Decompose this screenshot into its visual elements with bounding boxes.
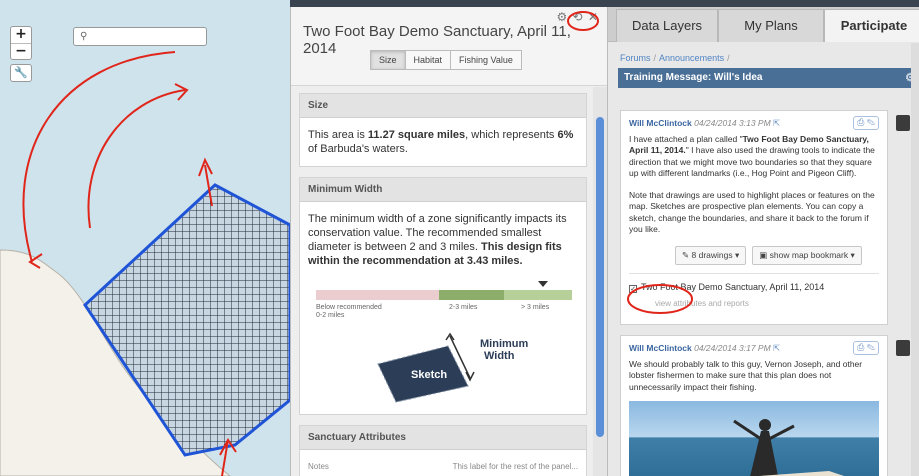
attributes-card: Sanctuary Attributes Notes This label for… xyxy=(299,425,587,476)
tab-my-plans[interactable]: My Plans xyxy=(718,9,824,42)
breadcrumb-announcements[interactable]: Announcements xyxy=(659,53,724,63)
map-search-input[interactable]: ⚲ xyxy=(73,27,207,46)
min-width-diagram: Sketch Minimum Width xyxy=(308,324,578,404)
min-width-scale: Below recommended 0-2 miles 2-3 miles > 3… xyxy=(316,280,572,319)
annotation-curve xyxy=(87,89,186,229)
post-author[interactable]: Will McClintock xyxy=(629,118,692,128)
report-body: Size This area is 11.27 square miles, wh… xyxy=(291,87,595,476)
scale-mid-segment xyxy=(439,290,504,300)
avatar xyxy=(896,340,910,356)
zoom-in-button[interactable]: + xyxy=(11,27,31,43)
bookmark-button[interactable]: ▣ show map bookmark ▾ xyxy=(752,245,862,265)
report-tabs: Size Habitat Fishing Value xyxy=(370,50,522,70)
topic-title: Training Message: Will's Idea xyxy=(624,72,763,83)
tab-habitat[interactable]: Habitat xyxy=(404,50,452,70)
post-timestamp-2: 04/24/2014 3:17 PM xyxy=(694,343,771,353)
post-2-text: We should probably talk to this guy, Ver… xyxy=(629,358,863,392)
attributes-heading: Sanctuary Attributes xyxy=(300,426,586,450)
scale-label-below: Below recommended 0-2 miles xyxy=(316,304,382,319)
scale-indicator xyxy=(538,281,548,287)
report-scrollbar[interactable] xyxy=(593,87,607,476)
breadcrumb-forums[interactable]: Forums xyxy=(620,53,651,63)
bookmark-icon: ▣ xyxy=(759,249,768,260)
zoom-control: + − xyxy=(10,26,32,60)
breadcrumb: Forums / Announcements / xyxy=(620,53,730,63)
min-width-card: Minimum Width The minimum width of a zon… xyxy=(299,177,587,415)
sketch-label: Sketch xyxy=(411,369,448,381)
post-header-2: Will McClintock 04/24/2014 3:17 PM ⇱ ⎙ ✎ xyxy=(629,341,879,355)
share-icon[interactable]: ⇱ xyxy=(773,118,780,128)
tab-size[interactable]: Size xyxy=(370,50,406,70)
scale-label-high: > 3 miles xyxy=(521,304,550,311)
sketch-diagram-graphic xyxy=(377,332,475,403)
size-percent: 6% xyxy=(557,129,574,141)
pencil-icon: ✎ xyxy=(682,249,690,260)
topic-bar: Training Message: Will's Idea ⚙ xyxy=(618,68,919,88)
map-drawing xyxy=(0,51,290,476)
post-paragraph-1: I have attached a plan called "Two Foot … xyxy=(629,133,875,179)
wrench-icon[interactable]: 🔧 xyxy=(10,64,32,82)
post-header: Will McClintock 04/24/2014 3:13 PM ⇱ ⎙ ✎ xyxy=(629,116,879,130)
right-panel: Data Layers My Plans Participate Forums /… xyxy=(608,7,919,476)
tab-participate[interactable]: Participate xyxy=(824,9,919,42)
tab-fishing-value[interactable]: Fishing Value xyxy=(450,50,522,70)
right-tab-bar: Data Layers My Plans Participate xyxy=(608,7,919,42)
scale-below-segment xyxy=(316,290,439,300)
size-heading: Size xyxy=(300,94,586,118)
drawings-button[interactable]: ✎ 8 drawings ▾ xyxy=(675,245,747,265)
post-buttons: ✎ 8 drawings ▾ ▣ show map bookmark ▾ xyxy=(675,245,879,265)
forum-post-2: Will McClintock 04/24/2014 3:17 PM ⇱ ⎙ ✎… xyxy=(620,335,888,476)
report-scroll-thumb[interactable] xyxy=(596,117,604,437)
attributes-row: Notes This label for the rest of the pane… xyxy=(308,462,578,471)
zoom-out-button[interactable]: − xyxy=(11,43,31,59)
scale-high-segment xyxy=(504,290,572,300)
map-canvas[interactable]: + − 🔧 ⚲ xyxy=(0,0,290,476)
right-scrollbar[interactable] xyxy=(911,43,919,476)
min-width-text: The minimum width of a zone significantl… xyxy=(300,202,586,414)
post-actions-icon[interactable]: ⎙ ✎ xyxy=(853,341,879,355)
min-width-label: Minimum Width xyxy=(480,338,529,362)
sketch-report-panel: Two Foot Bay Demo Sanctuary, April 11, 2… xyxy=(290,7,608,476)
post-paragraph-2: Note that drawings are used to highlight… xyxy=(629,189,875,235)
share-icon[interactable]: ⇱ xyxy=(773,343,780,353)
post-timestamp: 04/24/2014 3:13 PM xyxy=(694,118,771,128)
size-text: This area is 11.27 square miles, which r… xyxy=(308,129,574,155)
search-icon: ⚲ xyxy=(80,31,88,42)
post-author-2[interactable]: Will McClintock xyxy=(629,343,692,353)
report-header: Two Foot Bay Demo Sanctuary, April 11, 2… xyxy=(291,7,607,86)
forum-post-1: Will McClintock 04/24/2014 3:13 PM ⇱ ⎙ ✎… xyxy=(620,110,888,325)
annotation-circle xyxy=(567,11,599,31)
post-photo[interactable] xyxy=(629,401,879,476)
scale-label-mid: 2-3 miles xyxy=(449,304,478,311)
annotation-circle-attachment xyxy=(627,284,693,314)
size-card: Size This area is 11.27 square miles, wh… xyxy=(299,93,587,167)
post-actions-icon[interactable]: ⎙ ✎ xyxy=(853,116,879,130)
tab-data-layers[interactable]: Data Layers xyxy=(616,9,718,42)
size-area: 11.27 square miles xyxy=(367,129,466,141)
min-width-heading: Minimum Width xyxy=(300,178,586,202)
avatar xyxy=(896,115,910,131)
photo-figure xyxy=(733,419,844,476)
